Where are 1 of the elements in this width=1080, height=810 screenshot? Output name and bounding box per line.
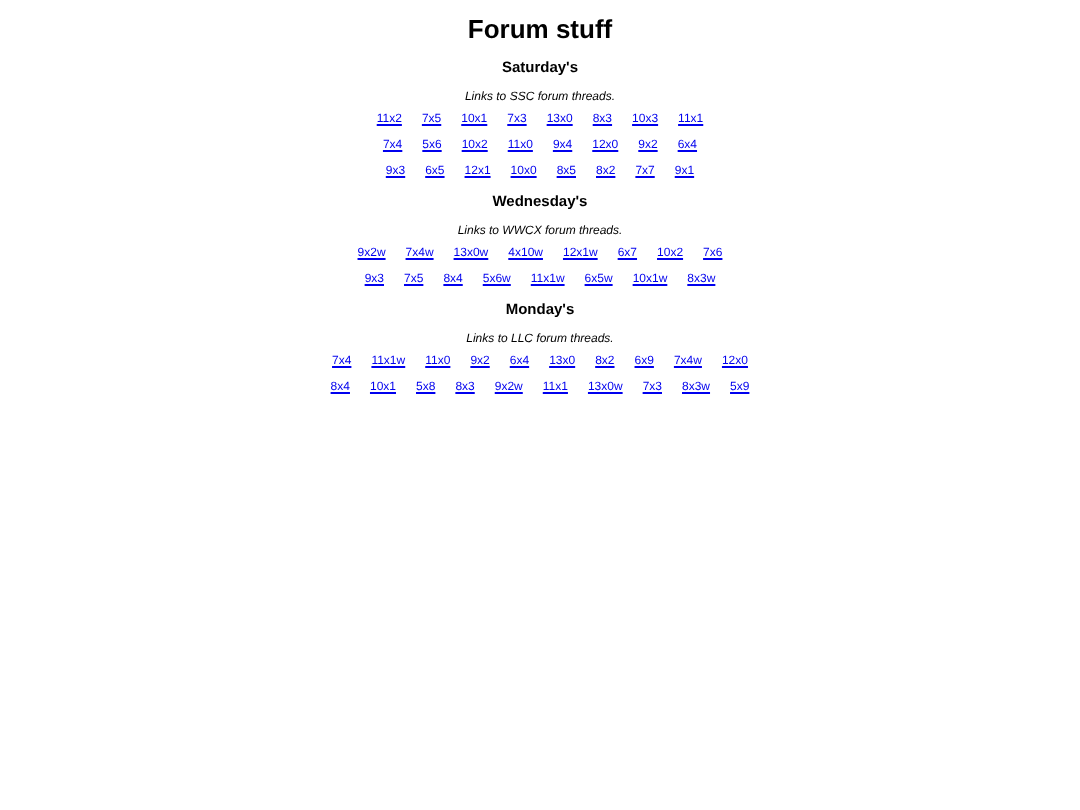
page-title: Forum stuff (467, 14, 613, 46)
